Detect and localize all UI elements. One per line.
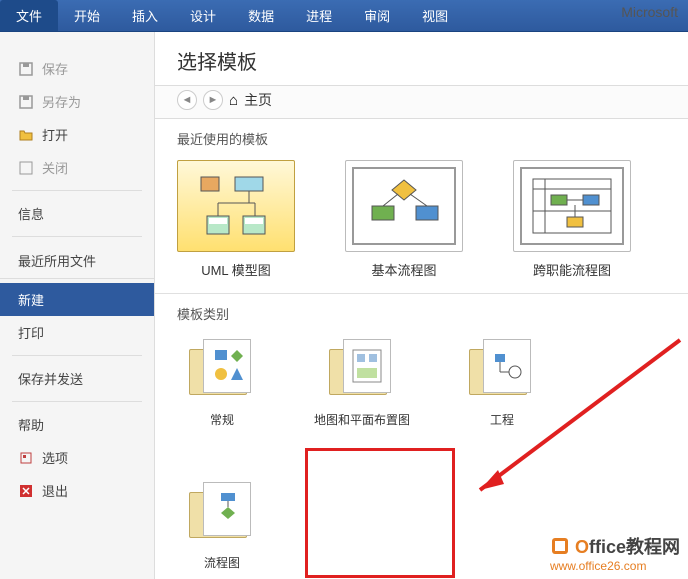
template-basic-flow-thumb [345, 160, 463, 252]
sidebar-recent[interactable]: 最近所用文件 [0, 243, 154, 279]
tab-process[interactable]: 进程 [290, 0, 348, 31]
sidebar-save[interactable]: 保存 [0, 52, 154, 85]
template-basic-flow[interactable]: 基本流程图 [345, 160, 463, 279]
template-uml[interactable]: UML 模型图 [177, 160, 295, 279]
swimlane-icon [529, 175, 615, 237]
recent-templates-label: 最近使用的模板 [155, 119, 688, 154]
sidebar-info[interactable]: 信息 [0, 197, 154, 230]
sidebar-save-as[interactable]: 另存为 [0, 85, 154, 118]
save-as-icon [18, 94, 34, 110]
category-maps[interactable]: 地图和平面布置图 [317, 335, 407, 428]
template-basic-flow-name: 基本流程图 [371, 260, 436, 279]
tab-review[interactable]: 审阅 [348, 0, 406, 31]
folder-open-icon [18, 127, 34, 143]
sidebar-save-label: 保存 [42, 59, 68, 78]
category-maps-label: 地图和平面布置图 [314, 411, 410, 428]
category-flowchart[interactable]: 流程图 [177, 478, 267, 571]
tab-view[interactable]: 视图 [406, 0, 464, 31]
categories-label: 模板类别 [155, 294, 688, 329]
template-crossfunc-thumb [513, 160, 631, 252]
watermark-brand-o: O [575, 537, 589, 557]
category-engineering-label: 工程 [490, 411, 514, 428]
nav-back-button[interactable]: ◄ [177, 90, 197, 110]
tab-insert[interactable]: 插入 [116, 0, 174, 31]
sidebar-open-label: 打开 [42, 125, 68, 144]
tab-home[interactable]: 开始 [58, 0, 116, 31]
sidebar-help[interactable]: 帮助 [0, 408, 154, 441]
save-icon [18, 61, 34, 77]
template-crossfunc[interactable]: 跨职能流程图 [513, 160, 631, 279]
category-flowchart-label: 流程图 [204, 554, 240, 571]
page-title: 选择模板 [155, 32, 688, 85]
tab-design[interactable]: 设计 [174, 0, 232, 31]
sidebar-open[interactable]: 打开 [0, 118, 154, 151]
category-engineering[interactable]: 工程 [457, 335, 547, 428]
map-icon [349, 346, 385, 386]
flowchart-cat-icon [209, 489, 245, 529]
nav-fwd-button[interactable]: ► [203, 90, 223, 110]
category-general[interactable]: 常规 [177, 335, 267, 428]
sidebar-close-label: 关闭 [42, 158, 68, 177]
template-uml-thumb [177, 160, 295, 252]
sidebar-exit[interactable]: 退出 [0, 474, 154, 507]
sidebar-close[interactable]: 关闭 [0, 151, 154, 184]
backstage-sidebar: 保存 另存为 打开 关闭 信息 最近所用文件 新建 打印 保存并发送 帮助 选项 [0, 32, 155, 579]
watermark-logo-icon [550, 536, 570, 556]
tab-data[interactable]: 数据 [232, 0, 290, 31]
app-title: Microsoft [621, 4, 678, 20]
uml-diagram-icon [191, 171, 281, 241]
breadcrumb-home[interactable]: 主页 [244, 90, 272, 110]
sidebar-exit-label: 退出 [42, 481, 68, 500]
close-icon [18, 160, 34, 176]
content-pane: 选择模板 ◄ ► ⌂ 主页 最近使用的模板 [155, 32, 688, 579]
sidebar-print[interactable]: 打印 [0, 316, 154, 349]
sidebar-save-as-label: 另存为 [42, 92, 81, 111]
sidebar-options[interactable]: 选项 [0, 441, 154, 474]
sidebar-save-send[interactable]: 保存并发送 [0, 362, 154, 395]
watermark: Office教程网 www.office26.com [550, 533, 680, 573]
tab-file[interactable]: 文件 [0, 0, 58, 31]
template-crossfunc-name: 跨职能流程图 [533, 260, 611, 279]
flowchart-icon [364, 176, 444, 236]
sidebar-options-label: 选项 [42, 448, 68, 467]
home-icon[interactable]: ⌂ [229, 92, 238, 109]
options-icon [18, 450, 34, 466]
exit-icon [18, 483, 34, 499]
breadcrumb: ◄ ► ⌂ 主页 [155, 85, 688, 119]
watermark-brand-rest: ffice教程网 [589, 537, 680, 557]
recent-templates-row: UML 模型图 基本流程图 [155, 154, 688, 294]
category-general-label: 常规 [210, 411, 234, 428]
general-icon [209, 346, 245, 386]
template-uml-name: UML 模型图 [201, 260, 271, 279]
watermark-url: www.office26.com [550, 559, 647, 573]
engineering-icon [489, 346, 525, 386]
ribbon-tabs: 文件 开始 插入 设计 数据 进程 审阅 视图 [0, 0, 688, 32]
sidebar-new[interactable]: 新建 [0, 283, 154, 316]
